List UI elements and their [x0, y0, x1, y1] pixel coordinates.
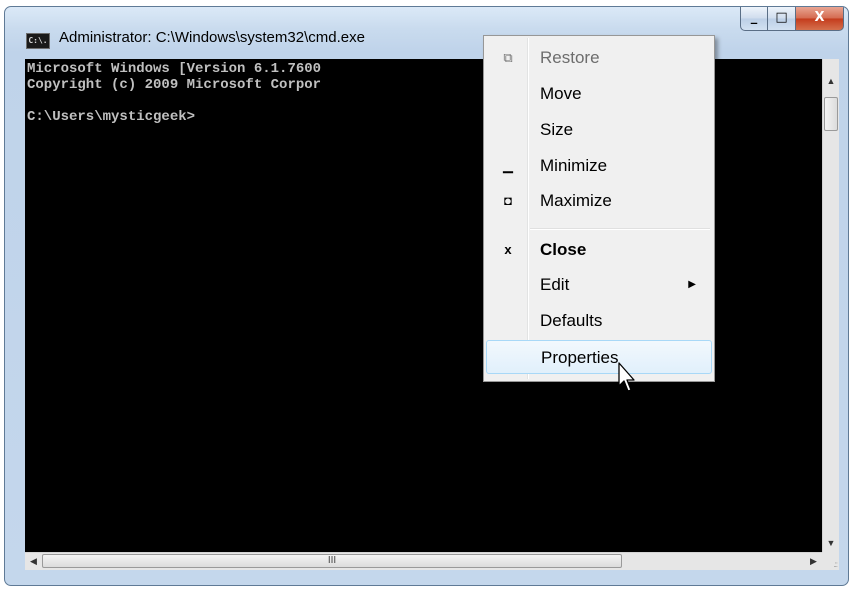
menu-item-move[interactable]: Move — [486, 77, 712, 111]
console-prompt: C:\Users\mysticgeek> — [27, 109, 196, 125]
menu-item-size[interactable]: Size — [486, 113, 712, 147]
vertical-scrollbar[interactable]: ▲ ▼ — [822, 59, 839, 552]
mouse-cursor-icon — [618, 362, 635, 392]
minimize-icon: ▁ — [503, 158, 513, 173]
menu-item-label: Size — [540, 120, 574, 139]
console-line: Microsoft Windows [Version 6.1.7600 — [27, 61, 322, 77]
submenu-arrow-icon: ▶ — [688, 279, 696, 290]
menu-item-label: Restore — [540, 48, 600, 67]
minimize-icon: _ — [750, 10, 758, 25]
restore-icon: ⧉ — [503, 50, 513, 65]
minimize-button[interactable]: _ — [740, 7, 768, 31]
menu-item-edit[interactable]: Edit ▶ — [486, 268, 712, 302]
menu-item-restore[interactable]: ⧉ Restore — [486, 41, 712, 75]
menu-item-defaults[interactable]: Defaults — [486, 304, 712, 338]
scroll-left-arrow-icon[interactable]: ◀ — [25, 553, 42, 570]
vertical-scroll-thumb[interactable] — [824, 97, 838, 131]
resize-grip-icon: .:: — [833, 560, 838, 569]
menu-item-maximize[interactable]: ◘ Maximize — [486, 184, 712, 218]
maximize-button[interactable]: □ — [768, 7, 796, 31]
menu-item-label: Minimize — [540, 156, 608, 175]
caption-buttons: _ □ X — [740, 7, 844, 33]
close-icon: x — [504, 242, 512, 257]
menu-item-properties[interactable]: Properties — [486, 340, 712, 374]
cmd-window: C:\. Administrator: C:\Windows\system32\… — [4, 6, 849, 586]
scroll-down-arrow-icon[interactable]: ▼ — [823, 535, 839, 552]
menu-item-label: Move — [540, 84, 582, 103]
menu-item-label: Close — [540, 240, 587, 259]
window-title: Administrator: C:\Windows\system32\cmd.e… — [59, 29, 365, 46]
menu-item-minimize[interactable]: ▁ Minimize — [486, 149, 712, 183]
maximize-icon: □ — [775, 10, 788, 25]
menu-item-label: Edit — [540, 275, 570, 294]
resize-grip[interactable]: .:: — [822, 552, 839, 570]
maximize-icon: ◘ — [504, 193, 512, 208]
scroll-up-arrow-icon[interactable]: ▲ — [823, 73, 839, 90]
menu-item-label: Defaults — [540, 311, 603, 330]
cmd-app-icon[interactable]: C:\. — [26, 33, 50, 49]
close-button[interactable]: X — [796, 7, 844, 31]
menu-item-label: Properties — [541, 348, 619, 367]
menu-item-close[interactable]: x Close — [486, 233, 712, 267]
scroll-right-arrow-icon[interactable]: ▶ — [805, 553, 822, 570]
menu-separator — [530, 228, 710, 230]
close-icon: X — [814, 10, 825, 25]
menu-item-label: Maximize — [540, 191, 612, 210]
horizontal-scrollbar[interactable]: ◀ III ▶ — [25, 552, 822, 570]
title-bar[interactable]: C:\. Administrator: C:\Windows\system32\… — [5, 7, 848, 57]
system-context-menu: ⧉ Restore Move Size ▁ Minimize ◘ Maximiz… — [483, 35, 715, 382]
horizontal-scroll-thumb[interactable]: III — [42, 554, 622, 568]
